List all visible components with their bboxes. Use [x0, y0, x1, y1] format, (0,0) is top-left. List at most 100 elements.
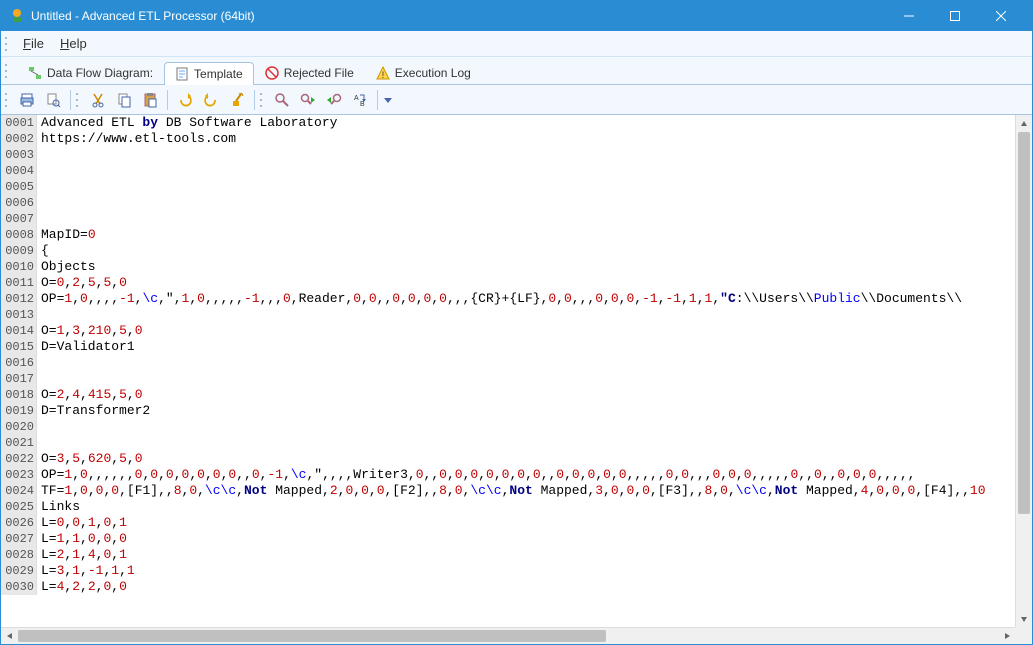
minimize-button[interactable] — [886, 1, 932, 31]
code-line[interactable]: 0028L=2,1,4,0,1 — [1, 547, 1032, 563]
scroll-left-button[interactable] — [1, 628, 18, 644]
code-line[interactable]: 0005 — [1, 179, 1032, 195]
scroll-h-thumb[interactable] — [18, 630, 606, 642]
line-content[interactable] — [37, 195, 41, 211]
line-content[interactable]: L=2,1,4,0,1 — [37, 547, 127, 563]
line-content[interactable]: O=0,2,5,5,0 — [37, 275, 127, 291]
line-content[interactable]: O=1,3,210,5,0 — [37, 323, 143, 339]
line-content[interactable]: O=2,4,415,5,0 — [37, 387, 143, 403]
code-line[interactable]: 0030L=4,2,2,0,0 — [1, 579, 1032, 595]
code-line[interactable]: 0018O=2,4,415,5,0 — [1, 387, 1032, 403]
code-line[interactable]: 0019D=Transformer2 — [1, 403, 1032, 419]
line-content[interactable] — [37, 179, 41, 195]
code-line[interactable]: 0023OP=1,0,,,,,,0,0,0,0,0,0,0,,0,-1,\c,"… — [1, 467, 1032, 483]
tab-dataflow[interactable]: Data Flow Diagram: — [17, 61, 164, 84]
code-line[interactable]: 0012OP=1,0,,,,-1,\c,",1,0,,,,,-1,,,0,Rea… — [1, 291, 1032, 307]
line-content[interactable] — [37, 211, 41, 227]
scroll-v-thumb[interactable] — [1018, 132, 1030, 514]
code-line[interactable]: 0025Links — [1, 499, 1032, 515]
code-line[interactable]: 0026L=0,0,1,0,1 — [1, 515, 1032, 531]
code-line[interactable]: 0013 — [1, 307, 1032, 323]
find-button[interactable] — [270, 88, 294, 112]
line-content[interactable] — [37, 147, 41, 163]
line-content[interactable]: OP=1,0,,,,,,0,0,0,0,0,0,0,,0,-1,\c,",,,,… — [37, 467, 915, 483]
line-content[interactable]: D=Validator1 — [37, 339, 135, 355]
toolbar-grip-1[interactable] — [5, 91, 11, 109]
clear-button[interactable] — [225, 88, 249, 112]
line-content[interactable] — [37, 355, 41, 371]
tab-rejected[interactable]: Rejected File — [254, 61, 365, 84]
code-line[interactable]: 0006 — [1, 195, 1032, 211]
code-line[interactable]: 0016 — [1, 355, 1032, 371]
menu-file[interactable]: File — [15, 32, 52, 55]
toolbar-grip-2[interactable] — [76, 91, 82, 109]
scroll-right-button[interactable] — [998, 628, 1015, 644]
tabbar-grip[interactable] — [5, 62, 11, 80]
code-line[interactable]: 0009{ — [1, 243, 1032, 259]
line-content[interactable]: TF=1,0,0,0,[F1],,8,0,\c\c,Not Mapped,2,0… — [37, 483, 986, 499]
vertical-scrollbar[interactable] — [1015, 115, 1032, 627]
code-line[interactable]: 0011O=0,2,5,5,0 — [1, 275, 1032, 291]
close-button[interactable] — [978, 1, 1024, 31]
scroll-v-track[interactable] — [1016, 132, 1032, 610]
replace-button[interactable]: AB — [348, 88, 372, 112]
line-content[interactable] — [37, 307, 41, 323]
scroll-up-button[interactable] — [1016, 115, 1032, 132]
code-line[interactable]: 0017 — [1, 371, 1032, 387]
paste-button[interactable] — [138, 88, 162, 112]
line-content[interactable] — [37, 419, 41, 435]
print-button[interactable] — [15, 88, 39, 112]
line-content[interactable]: Advanced ETL by DB Software Laboratory — [37, 115, 337, 131]
line-content[interactable]: { — [37, 243, 49, 259]
line-content[interactable]: L=1,1,0,0,0 — [37, 531, 127, 547]
code-line[interactable]: 0003 — [1, 147, 1032, 163]
code-line[interactable]: 0010Objects — [1, 259, 1032, 275]
code-line[interactable]: 0001Advanced ETL by DB Software Laborato… — [1, 115, 1032, 131]
line-content[interactable]: https://www.etl-tools.com — [37, 131, 236, 147]
redo-button[interactable] — [199, 88, 223, 112]
line-content[interactable]: L=4,2,2,0,0 — [37, 579, 127, 595]
menu-help[interactable]: Help — [52, 32, 95, 55]
code-line[interactable]: 0022O=3,5,620,5,0 — [1, 451, 1032, 467]
code-line[interactable]: 0021 — [1, 435, 1032, 451]
line-content[interactable]: Links — [37, 499, 80, 515]
toolbar-grip-3[interactable] — [260, 91, 266, 109]
preview-button[interactable] — [41, 88, 65, 112]
scroll-down-button[interactable] — [1016, 610, 1032, 627]
line-content[interactable] — [37, 163, 41, 179]
code-line[interactable]: 0004 — [1, 163, 1032, 179]
code-line[interactable]: 0008MapID=0 — [1, 227, 1032, 243]
maximize-button[interactable] — [932, 1, 978, 31]
line-content[interactable]: L=3,1,-1,1,1 — [37, 563, 135, 579]
code-line[interactable]: 0024TF=1,0,0,0,[F1],,8,0,\c\c,Not Mapped… — [1, 483, 1032, 499]
code-line[interactable]: 0029L=3,1,-1,1,1 — [1, 563, 1032, 579]
code-line[interactable]: 0027L=1,1,0,0,0 — [1, 531, 1032, 547]
code-line[interactable]: 0020 — [1, 419, 1032, 435]
undo-button[interactable] — [173, 88, 197, 112]
horizontal-scrollbar[interactable] — [1, 627, 1015, 644]
code-line[interactable]: 0015D=Validator1 — [1, 339, 1032, 355]
code-editor[interactable]: 0001Advanced ETL by DB Software Laborato… — [1, 115, 1032, 644]
line-content[interactable] — [37, 371, 41, 387]
line-content[interactable]: Objects — [37, 259, 96, 275]
code-line[interactable]: 0002https://www.etl-tools.com — [1, 131, 1032, 147]
code-line[interactable]: 0014O=1,3,210,5,0 — [1, 323, 1032, 339]
line-content[interactable] — [37, 435, 41, 451]
code-line[interactable]: 0007 — [1, 211, 1032, 227]
line-content[interactable]: O=3,5,620,5,0 — [37, 451, 143, 467]
find-next-button[interactable] — [296, 88, 320, 112]
line-content[interactable]: OP=1,0,,,,-1,\c,",1,0,,,,,-1,,,0,Reader,… — [37, 291, 962, 307]
line-content[interactable]: L=0,0,1,0,1 — [37, 515, 127, 531]
tab-template[interactable]: Template — [164, 62, 254, 85]
line-content[interactable]: D=Transformer2 — [37, 403, 150, 419]
cut-button[interactable] — [86, 88, 110, 112]
line-number: 0025 — [1, 499, 37, 515]
tab-execlog[interactable]: ! Execution Log — [365, 61, 482, 84]
line-number: 0006 — [1, 195, 37, 211]
menubar-grip[interactable] — [5, 35, 11, 53]
find-prev-button[interactable] — [322, 88, 346, 112]
copy-button[interactable] — [112, 88, 136, 112]
line-content[interactable]: MapID=0 — [37, 227, 96, 243]
scroll-h-track[interactable] — [18, 628, 998, 644]
toolbar-overflow[interactable] — [383, 88, 393, 112]
